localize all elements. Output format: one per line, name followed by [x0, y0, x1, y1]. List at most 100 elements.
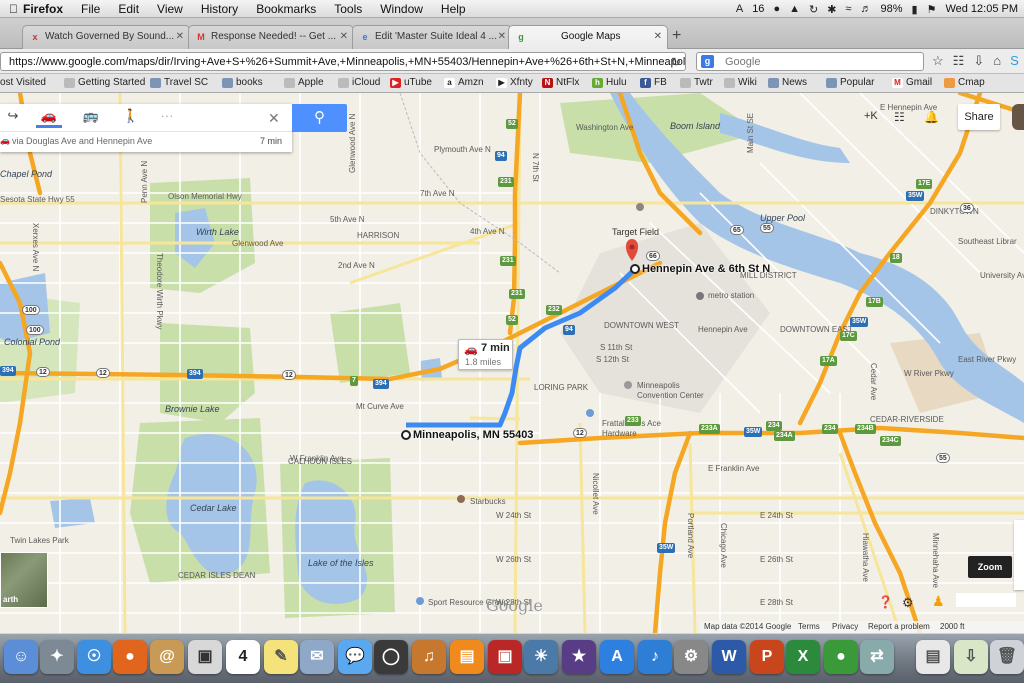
bookmark-travel-sc[interactable]: Travel SC	[150, 77, 208, 88]
bookmark-wiki[interactable]: Wiki	[724, 77, 757, 88]
route-option[interactable]: 🚗 via Douglas Ave and Hennepin Ave 7 min	[0, 134, 292, 150]
reading-list-icon[interactable]: ☷	[953, 53, 965, 69]
bookmark-facebook[interactable]: f FB	[640, 77, 667, 88]
close-tab-icon[interactable]: ✕	[176, 31, 184, 42]
clock[interactable]: Wed 12:05 PM	[945, 3, 1018, 15]
more-modes-icon[interactable]: ···	[154, 108, 180, 128]
bluetooth-icon[interactable]: ✱	[827, 3, 836, 16]
share-button[interactable]: Share	[958, 104, 1000, 130]
bookmark-popular[interactable]: Popular	[826, 77, 874, 88]
starbucks-poi-icon[interactable]	[457, 495, 465, 503]
destination-marker-icon[interactable]	[630, 264, 640, 274]
metro-station-icon[interactable]	[696, 292, 704, 300]
bookmark-gmail[interactable]: M Gmail	[892, 77, 932, 88]
ibooks-icon[interactable]: ▤	[450, 640, 484, 674]
pegman-icon[interactable]: ♟	[932, 593, 945, 610]
terms-link[interactable]: Terms	[798, 622, 820, 631]
bookmark-hulu[interactable]: h Hulu	[592, 77, 627, 88]
menu-bookmarks[interactable]: Bookmarks	[247, 2, 325, 16]
bookmark-most-visited[interactable]: ost Visited	[0, 77, 46, 88]
origin-marker-icon[interactable]	[401, 430, 411, 440]
privacy-link[interactable]: Privacy	[832, 622, 858, 631]
search-input[interactable]: g Google	[696, 52, 924, 71]
imovie-icon[interactable]: ★	[562, 640, 596, 674]
notifications-bell-icon[interactable]: 🔔	[924, 110, 939, 124]
close-tab-icon[interactable]: ✕	[498, 31, 506, 42]
reload-icon[interactable]: ↻	[671, 55, 681, 69]
driving-mode-icon[interactable]: 🚗	[36, 108, 62, 128]
volume-icon[interactable]: ♬	[860, 3, 871, 15]
directions-icon[interactable]: ↪	[0, 108, 26, 128]
garageband-icon[interactable]: ♫	[412, 640, 446, 674]
bookmark-cmap[interactable]: Cmap	[944, 77, 985, 88]
photo-booth-icon[interactable]: ▣	[488, 640, 522, 674]
flag-icon[interactable]: ⚑	[927, 3, 937, 16]
route-info-bubble[interactable]: 🚗 7 min 1.8 miles	[458, 339, 513, 370]
menu-view[interactable]: View	[148, 2, 192, 16]
powerpoint-icon[interactable]: P	[750, 640, 784, 674]
apple-icon[interactable]: 	[0, 2, 18, 16]
convention-center-poi-icon[interactable]	[624, 381, 632, 389]
firefox-icon[interactable]: ●	[113, 640, 147, 674]
iphoto-icon[interactable]: ☀	[524, 640, 558, 674]
evernote-icon[interactable]: ●	[773, 3, 780, 15]
mail-icon[interactable]: ✉	[300, 640, 334, 674]
system-preferences-icon[interactable]: ⚙	[674, 640, 708, 674]
bookmark-netflix[interactable]: N NtFlx	[542, 77, 579, 88]
messages-icon[interactable]: 💬	[338, 640, 372, 674]
tab-google-maps[interactable]: g Google Maps ✕	[508, 25, 668, 49]
url-bar[interactable]: https://www.google.com/maps/dir/Irving+A…	[0, 52, 686, 71]
menu-help[interactable]: Help	[432, 2, 475, 16]
sport-poi-icon[interactable]	[416, 597, 424, 605]
facetime-icon[interactable]: ◯	[374, 640, 408, 674]
menu-edit[interactable]: Edit	[109, 2, 148, 16]
finder-icon[interactable]: ☺	[4, 640, 38, 674]
network-icon[interactable]: ⇄	[860, 640, 894, 674]
menu-tools[interactable]: Tools	[325, 2, 371, 16]
transit-mode-icon[interactable]: 🚌	[78, 108, 104, 128]
earth-view-toggle[interactable]: arth	[0, 552, 48, 608]
google-maps-dock-icon[interactable]: ●	[824, 640, 858, 674]
bookmark-xfinity[interactable]: ▶ Xfnty	[496, 77, 533, 88]
bookmark-icloud[interactable]: iCloud	[338, 77, 380, 88]
time-machine-icon[interactable]: ↻	[809, 3, 818, 16]
calendar-icon[interactable]: 4	[226, 640, 260, 674]
documents-stack-icon[interactable]: ▤	[916, 640, 950, 674]
tab-response[interactable]: M Response Needed! -- Get ... ✕	[188, 25, 354, 49]
word-icon[interactable]: W	[712, 640, 746, 674]
avatar[interactable]	[1012, 104, 1024, 130]
shield-status-icon[interactable]: ▲	[789, 3, 800, 15]
download-icon[interactable]: ⇩	[973, 53, 984, 69]
excel-icon[interactable]: X	[786, 640, 820, 674]
report-problem-link[interactable]: Report a problem	[868, 622, 930, 631]
app-menu[interactable]: Firefox	[18, 2, 72, 16]
apps-grid-icon[interactable]: ☷	[894, 110, 905, 124]
safari-icon[interactable]: ☉	[77, 640, 111, 674]
home-icon[interactable]: ⌂	[993, 53, 1001, 69]
new-tab-icon[interactable]: +	[672, 27, 681, 45]
battery-icon[interactable]: ▮	[912, 3, 918, 16]
imagery-strip[interactable]	[956, 593, 1016, 607]
walking-mode-icon[interactable]: 🚶	[118, 108, 144, 128]
target-field-poi-icon[interactable]	[636, 203, 644, 211]
launchpad-icon[interactable]: ✦	[40, 640, 74, 674]
menu-window[interactable]: Window	[371, 2, 432, 16]
bookmark-books[interactable]: books	[222, 77, 263, 88]
close-tab-icon[interactable]: ✕	[340, 31, 348, 42]
skype-icon[interactable]: S	[1010, 53, 1019, 69]
downloads-stack-icon[interactable]: ⇩	[954, 640, 988, 674]
app-store-icon[interactable]: A	[600, 640, 634, 674]
bookmark-amazon[interactable]: a Amzn	[444, 77, 484, 88]
close-tab-icon[interactable]: ✕	[654, 31, 662, 42]
bookmark-youtube[interactable]: ▶ uTube	[390, 77, 432, 88]
adobe-icon[interactable]: A	[736, 3, 743, 15]
tab-watch[interactable]: x Watch Governed By Sound... ✕	[22, 25, 190, 49]
battery-percent[interactable]: 98%	[880, 3, 902, 15]
zoom-control[interactable]	[1014, 520, 1024, 590]
google-plus-link[interactable]: +K	[864, 110, 878, 122]
wifi-icon[interactable]: ≈	[845, 3, 851, 15]
bookmark-apple[interactable]: Apple	[284, 77, 324, 88]
hardware-poi-icon[interactable]	[586, 409, 594, 417]
bookmark-twitter[interactable]: Twtr	[680, 77, 713, 88]
settings-gear-icon[interactable]: ⚙	[902, 595, 914, 611]
